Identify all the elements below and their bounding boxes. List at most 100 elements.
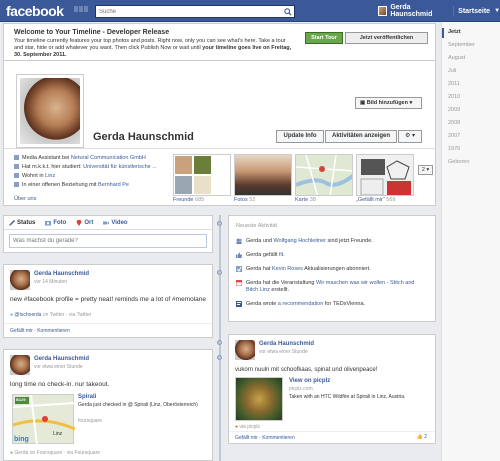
info-relationship: In einer offenen Beziehung mit Bernhard … xyxy=(14,182,129,188)
scrubber-item[interactable]: September xyxy=(448,42,475,48)
tab-label: Video xyxy=(111,219,128,226)
likes-tile[interactable] xyxy=(356,154,414,196)
notifications-icon[interactable] xyxy=(84,6,88,12)
search-box[interactable] xyxy=(95,5,295,18)
update-info-button[interactable]: Update Info xyxy=(276,130,324,143)
scrubber-item[interactable]: Geboren xyxy=(448,159,469,165)
link-title[interactable]: View on picplz xyxy=(289,378,330,384)
user-name-link[interactable]: Gerda Haunschmid xyxy=(390,4,449,18)
info-link[interactable]: Linz xyxy=(45,173,55,179)
status-input[interactable] xyxy=(9,234,207,248)
publish-now-button[interactable]: Jetzt veröffentlichen xyxy=(345,32,428,44)
like-count[interactable]: 👍 2 xyxy=(417,434,427,440)
video-icon xyxy=(103,221,110,224)
post-time[interactable]: vor 14 Minuten xyxy=(34,279,67,285)
avatar[interactable] xyxy=(10,355,30,375)
activity-row: Gerda und Wolfgang Hochleitner sind jetz… xyxy=(236,238,373,245)
scrubber-item[interactable]: August xyxy=(448,55,465,61)
profile-name: Gerda Haunschmid xyxy=(93,131,194,143)
notification-jewels[interactable] xyxy=(74,6,90,16)
activity-link[interactable]: fit. xyxy=(279,252,285,258)
place-title[interactable]: Spirali xyxy=(78,394,96,400)
post-time[interactable]: vor etwa einer Stunde xyxy=(34,364,83,370)
add-cover-photo-button[interactable]: ▣ Bild hinzufügen ▾ xyxy=(355,97,422,109)
activity-log-button[interactable]: Aktivitäten anzeigen xyxy=(325,130,397,143)
activity-text: for TEDxVienna. xyxy=(323,301,366,307)
location-pin-icon xyxy=(77,219,82,226)
divider xyxy=(229,431,435,432)
friends-tile[interactable] xyxy=(173,154,231,196)
avatar[interactable] xyxy=(378,6,388,16)
info-link[interactable]: Netural Communication GmbH xyxy=(71,155,146,161)
search-icon[interactable] xyxy=(284,8,292,16)
start-tour-button[interactable]: Start Tour xyxy=(305,32,343,44)
link-domain: picplz.com xyxy=(289,386,313,392)
activity-row: Gerda gefällt fit. xyxy=(236,252,285,259)
twitter-handle[interactable]: @tschoerda xyxy=(14,312,41,318)
scrubber-item[interactable]: 2009 xyxy=(448,107,460,113)
friend-thumbnail xyxy=(174,175,193,195)
post-time[interactable]: vor etwa einer Stunde xyxy=(259,349,308,355)
post-author[interactable]: Gerda Haunschmid xyxy=(259,341,314,347)
info-link[interactable]: Bernhard Pe xyxy=(98,182,129,188)
about-link[interactable]: Über uns xyxy=(14,196,36,202)
activity-row: Gerda wrote a recommendation for TEDxVie… xyxy=(236,301,365,308)
user-nav: Gerda Haunschmid Startseite ▼ xyxy=(378,4,500,18)
profile-settings-button[interactable]: ⚙ ▾ xyxy=(398,130,422,143)
tab-place[interactable]: Ort xyxy=(76,219,93,226)
tab-photo[interactable]: Foto xyxy=(45,220,66,226)
photos-tile-label[interactable]: Fotos 52 xyxy=(234,197,255,203)
link-thumbnail[interactable] xyxy=(235,377,283,421)
tile-count: 38 xyxy=(309,197,316,203)
timeline-dot xyxy=(217,355,222,360)
avatar[interactable] xyxy=(235,340,255,360)
messages-icon[interactable] xyxy=(79,6,83,12)
scrubber-item[interactable]: 2010 xyxy=(448,94,460,100)
scrubber-item[interactable]: 1976 xyxy=(448,146,460,152)
welcome-text: Your timeline currently features your to… xyxy=(14,38,294,59)
scrubber-active-indicator xyxy=(442,28,444,38)
like-count-value: 2 xyxy=(424,434,427,440)
scrubber-item-now[interactable]: Jetzt xyxy=(448,29,461,35)
via-text[interactable]: via picplz xyxy=(239,424,260,430)
avatar[interactable] xyxy=(10,270,30,290)
activity-link[interactable]: Kevin Roses xyxy=(272,266,303,272)
twitter-icon: ● xyxy=(10,312,14,318)
post-author[interactable]: Gerda Haunschmid xyxy=(34,271,89,277)
info-education: Hat m.k.k.t. hier studiert: Universität … xyxy=(14,164,157,170)
map-tile-label[interactable]: Karte 38 xyxy=(295,197,316,203)
tab-status[interactable]: Status xyxy=(9,219,35,226)
photos-tile[interactable] xyxy=(234,154,292,196)
friends-tile-label[interactable]: Freunde 685 xyxy=(173,197,204,203)
timeline-dot xyxy=(217,340,222,345)
thumbs-up-icon: 👍 xyxy=(416,434,423,440)
scrubber-item[interactable]: 2011 xyxy=(448,81,460,87)
info-label: Hat m.k.k.t. hier studiert: xyxy=(22,164,84,170)
more-tiles-button[interactable]: 2 ▾ xyxy=(418,165,433,175)
map-tile[interactable] xyxy=(295,154,353,196)
home-link[interactable]: Startseite xyxy=(458,8,490,15)
friend-thumbnail xyxy=(193,195,212,196)
account-menu-icon[interactable]: ▼ xyxy=(494,8,500,14)
tab-video[interactable]: Video xyxy=(103,219,128,226)
activity-link[interactable]: a recommendation xyxy=(278,301,324,307)
post-actions[interactable]: Gefällt mir · Kommentieren xyxy=(235,435,295,441)
scrubber-item[interactable]: 2007 xyxy=(448,133,460,139)
scrubber-item[interactable]: Juli xyxy=(448,68,456,74)
friend-requests-icon[interactable] xyxy=(74,6,78,12)
scrubber-item[interactable]: 2008 xyxy=(448,120,460,126)
info-link[interactable]: Universität für künstlerische ... xyxy=(83,164,157,170)
friend-thumbnail xyxy=(193,155,212,175)
heart-icon xyxy=(14,182,19,188)
via-text[interactable]: Gerda on Foursquare · via Foursquare xyxy=(14,450,100,456)
map-thumbnail xyxy=(296,155,352,195)
activity-link[interactable]: Wolfgang Hochleitner xyxy=(274,238,326,244)
facebook-logo[interactable]: facebook xyxy=(6,3,64,19)
post-actions[interactable]: Gefällt mir · Kommentieren xyxy=(10,328,70,334)
post-author[interactable]: Gerda Haunschmid xyxy=(34,356,89,362)
friend-thumbnail xyxy=(174,155,193,175)
search-input[interactable] xyxy=(96,6,281,17)
info-location: Wohnt in Linz xyxy=(14,173,55,179)
profile-picture[interactable] xyxy=(16,74,84,148)
likes-tile-label[interactable]: „Gefällt mir“ 569 xyxy=(356,197,395,203)
